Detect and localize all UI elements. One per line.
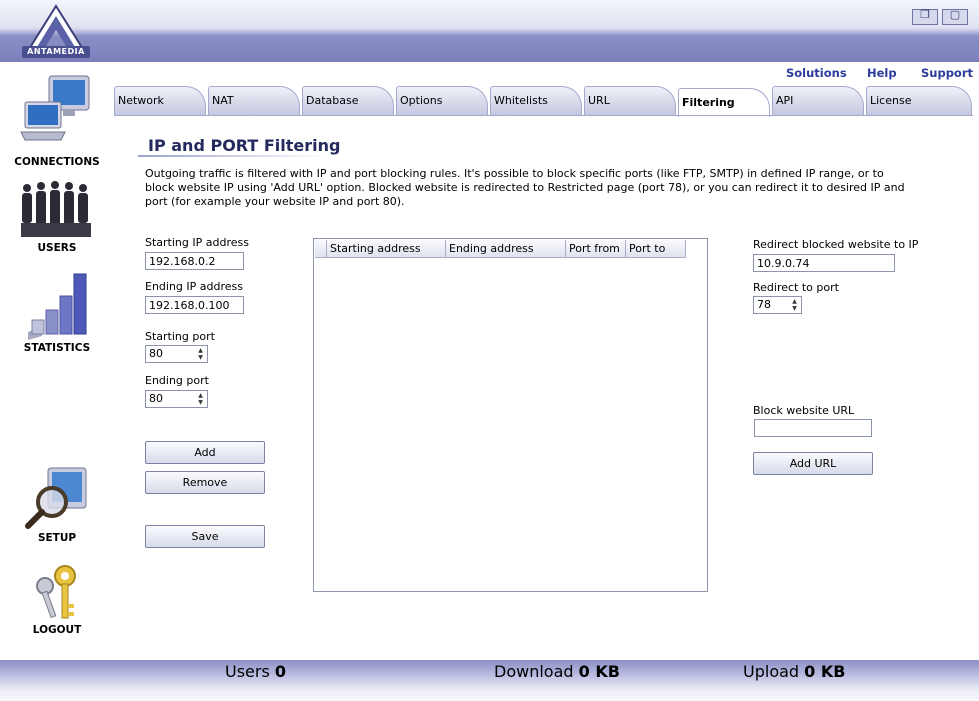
sidebar-item-connections[interactable]: CONNECTIONS [0,74,114,168]
remove-button[interactable]: Remove [145,471,265,494]
computer-icon [20,75,90,141]
starting-port-label: Starting port [145,330,215,343]
ending-ip-label: Ending IP address [145,280,244,293]
restore-icon: ❐ [920,8,930,21]
page-description: Outgoing traffic is filtered with IP and… [145,167,905,208]
sidebar-item-label: CONNECTIONS [14,156,100,168]
redirect-port-label: Redirect to port [753,281,839,294]
tab-api[interactable]: API [772,86,864,115]
users-stat-label: Users [225,662,270,681]
tab-database[interactable]: Database [302,86,394,115]
upload-stat: Upload 0 KB [743,662,845,681]
ending-port-stepper[interactable]: ▲▼ [145,390,208,408]
tab-license[interactable]: License [866,86,972,115]
users-icon [21,181,91,237]
tab-whitelists[interactable]: Whitelists [490,86,582,115]
spin-arrows-icon[interactable]: ▲ ▼ [196,347,205,361]
ending-port-label: Ending port [145,374,209,387]
users-stat-value: 0 [274,662,287,681]
restore-button[interactable]: ❐ [912,8,938,25]
add-url-button[interactable]: Add URL [753,452,873,475]
ending-port-input[interactable] [146,391,192,406]
column-starting-address[interactable]: Starting address [327,240,446,258]
sidebar-item-logout[interactable]: LOGOUT [0,562,114,636]
keys-icon [36,565,76,619]
rules-grid[interactable]: Starting address Ending address Port fro… [313,238,708,592]
sidebar-item-label: SETUP [37,532,77,544]
column-port-to[interactable]: Port to [626,240,686,258]
redirect-port-input[interactable] [754,297,790,312]
tab-url[interactable]: URL [584,86,676,115]
help-link[interactable]: Help [867,66,897,80]
download-stat: Download 0 KB [494,662,620,681]
solutions-link[interactable]: Solutions [786,66,847,80]
title-bar [0,0,979,62]
magnifier-monitor-icon [25,467,87,529]
upload-stat-value: 0 KB [804,662,846,681]
redirect-ip-input[interactable] [753,254,895,272]
tab-options[interactable]: Options [396,86,488,115]
page-title: IP and PORT Filtering [148,136,341,155]
support-link[interactable]: Support [921,66,973,80]
add-button[interactable]: Add [145,441,265,464]
starting-ip-label: Starting IP address [145,236,249,249]
logo-text: ANTAMEDIA [27,47,85,56]
block-url-input[interactable] [754,419,872,437]
download-stat-label: Download [494,662,574,681]
spin-arrows-icon[interactable]: ▲ ▼ [196,392,205,406]
sidebar-item-label: STATISTICS [23,342,91,354]
column-ending-address[interactable]: Ending address [446,240,566,258]
ending-ip-input[interactable] [145,296,244,314]
column-port-from[interactable]: Port from [566,240,626,258]
tab-divider [114,115,973,116]
tab-network[interactable]: Network [114,86,206,115]
block-url-label: Block website URL [753,404,855,417]
sidebar-item-statistics[interactable]: STATISTICS [0,270,114,354]
download-stat-value: 0 KB [578,662,620,681]
title-underline [138,155,328,157]
users-stat: Users 0 [225,662,286,681]
bar-chart-icon [28,273,87,340]
tab-filtering[interactable]: Filtering [678,88,770,117]
sidebar: CONNECTIONS USERS STATISTICS SETUP LOGOU… [0,62,114,660]
redirect-ip-label: Redirect blocked website to IP [753,238,919,251]
sidebar-item-setup[interactable]: SETUP [0,466,114,544]
grid-row-selector-header [315,240,327,258]
redirect-port-stepper[interactable]: ▲▼ [753,296,802,314]
save-button[interactable]: Save [145,525,265,548]
spin-arrows-icon[interactable]: ▲ ▼ [790,298,799,312]
sidebar-item-label: LOGOUT [32,624,82,636]
close-icon: ▢ [949,8,961,21]
starting-port-stepper[interactable]: ▲▼ [145,345,208,363]
starting-port-input[interactable] [146,346,192,361]
sidebar-item-users[interactable]: USERS [0,178,114,254]
sidebar-item-label: USERS [37,242,77,254]
close-button[interactable]: ▢ [942,8,968,25]
upload-stat-label: Upload [743,662,800,681]
tab-nat[interactable]: NAT [208,86,300,115]
starting-ip-input[interactable] [145,252,244,270]
